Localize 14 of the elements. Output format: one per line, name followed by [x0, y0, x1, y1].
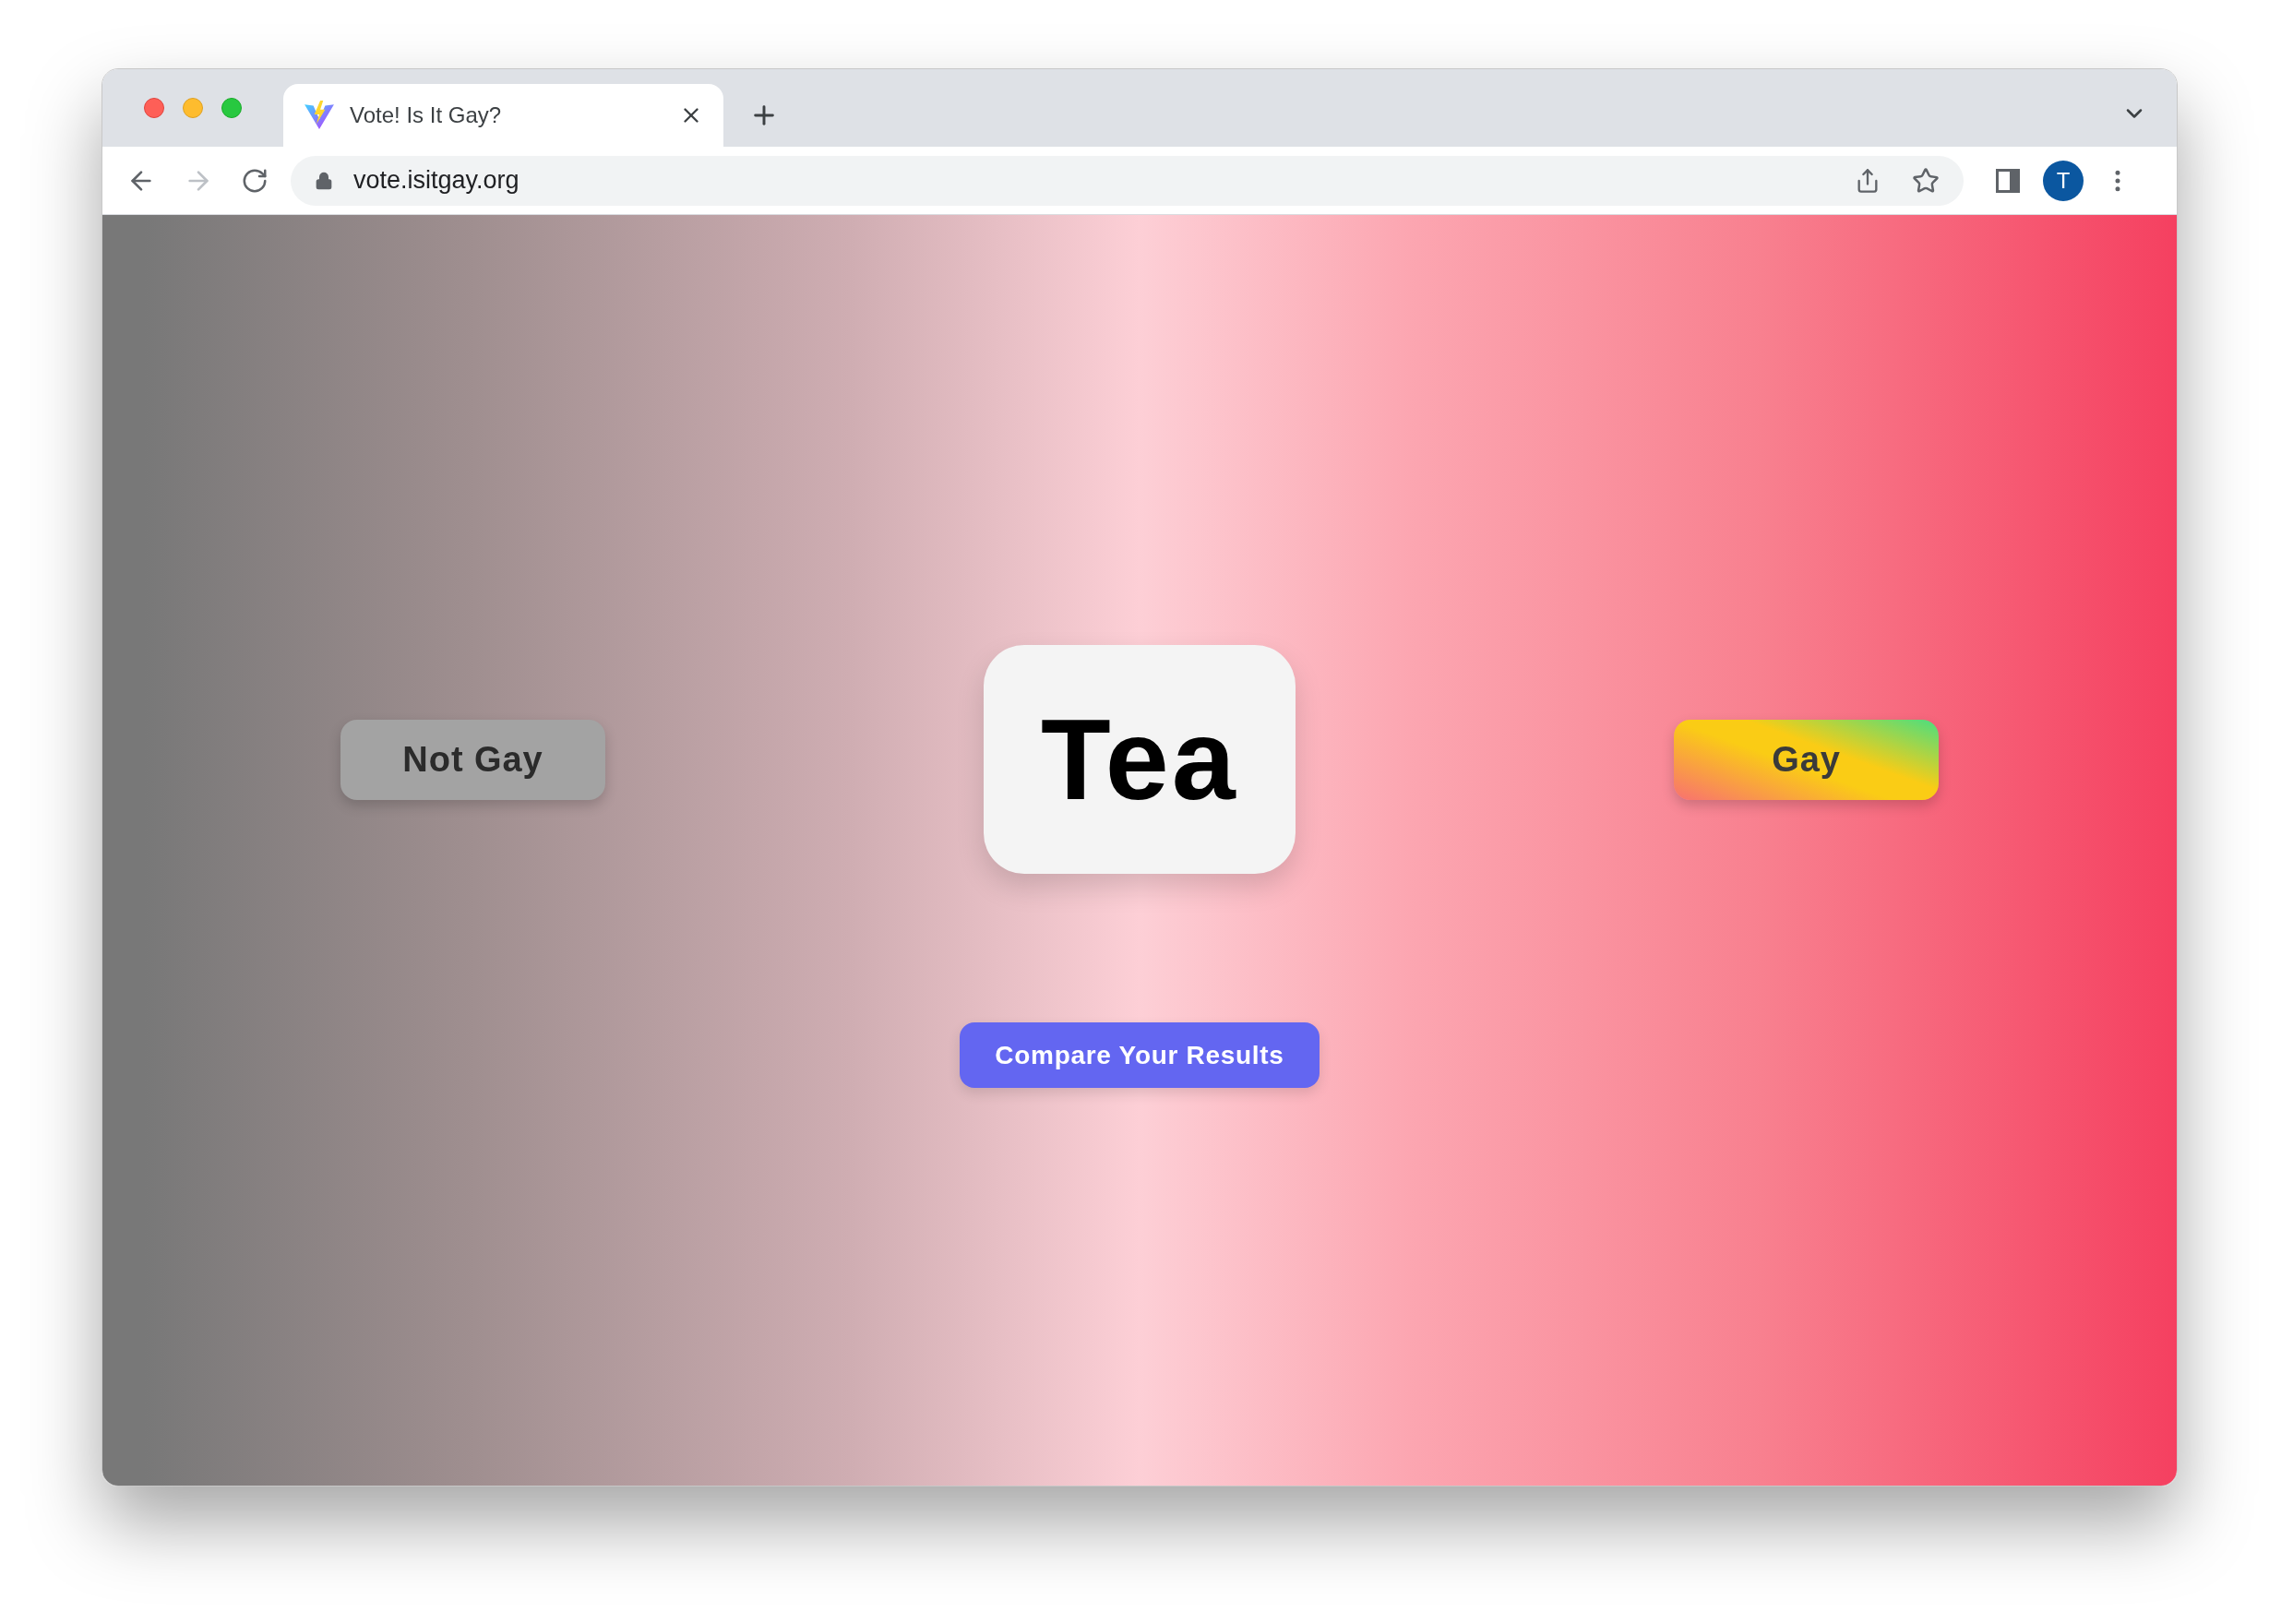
url-text: vote.isitgay.org: [353, 165, 520, 197]
side-panel-icon[interactable]: [1995, 167, 2021, 194]
vote-button[interactable]: Not Gay: [340, 719, 605, 800]
close-window-icon[interactable]: [144, 98, 164, 118]
browser-tab[interactable]: Vote! Is It Gay?: [283, 84, 723, 147]
vote-button[interactable]: Gay: [1674, 719, 1939, 800]
lightning-logo-icon: [304, 100, 335, 131]
lock-icon: [315, 171, 333, 190]
bookmark-star-icon[interactable]: [1912, 166, 1940, 195]
compare-results-button[interactable]: Compare Your Results: [960, 1022, 1320, 1088]
word-text: Tea: [1041, 695, 1238, 825]
tab-title: Vote! Is It Gay?: [350, 102, 503, 129]
profile-avatar[interactable]: T: [2043, 160, 2084, 201]
address-bar[interactable]: vote.isitgay.org: [291, 155, 1964, 206]
